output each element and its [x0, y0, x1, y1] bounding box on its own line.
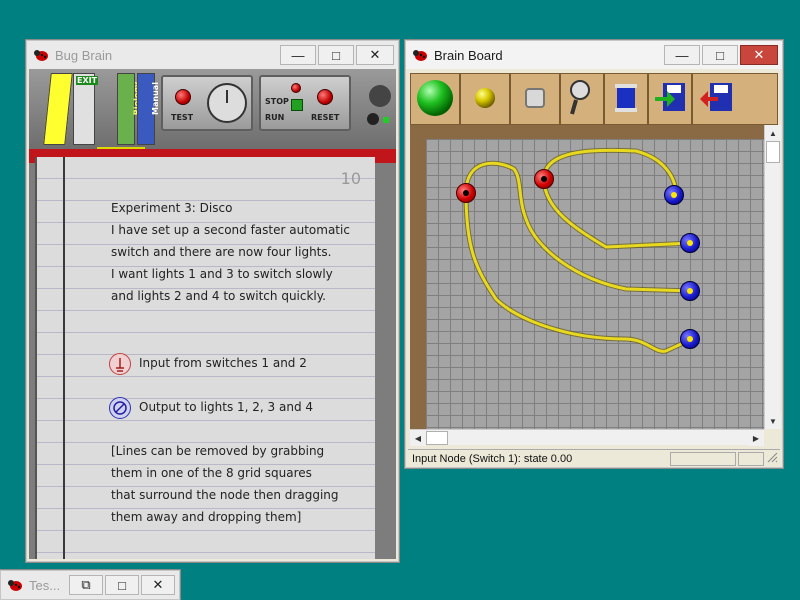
clock-icon: [367, 113, 379, 125]
close-button[interactable]: ✕: [141, 575, 175, 595]
output-text: Output to lights 1, 2, 3 and 4: [139, 400, 314, 414]
status-pane: [738, 452, 764, 466]
bug-brain-title: Bug Brain: [55, 47, 113, 63]
green-node-tool[interactable]: [411, 74, 461, 124]
spool-icon: [613, 82, 639, 117]
horizontal-scrollbar[interactable]: ◀ ▶: [410, 429, 764, 446]
maximize-button[interactable]: □: [318, 45, 354, 65]
bug-brain-titlebar[interactable]: Bug Brain — □ ✕: [27, 41, 398, 69]
bug-app-icon: [412, 47, 430, 63]
test-button[interactable]: [175, 89, 191, 105]
note-line: that surround the node then dragging: [111, 488, 339, 502]
shelf: EXIT Biology Manual TEST STOP RUN: [29, 69, 396, 149]
biology-book: Biology: [117, 73, 141, 145]
restore-button[interactable]: ⧉: [69, 575, 103, 595]
status-pane: [670, 452, 736, 466]
note-line: them in one of the 8 grid squares: [111, 466, 312, 480]
minimize-button[interactable]: —: [280, 45, 316, 65]
reset-button[interactable]: [317, 89, 333, 105]
scroll-left-arrow[interactable]: ◀: [410, 430, 426, 446]
green-ball-icon: [415, 78, 455, 121]
brain-board-toolbar: [410, 73, 778, 125]
notebook-margin: [63, 157, 65, 559]
run-stop-switch[interactable]: [291, 99, 303, 111]
notebook-line: and lights 2 and 4 to switch quickly.: [111, 289, 326, 303]
scroll-up-arrow[interactable]: ▲: [765, 125, 781, 141]
notebook-line: I want lights 1 and 3 to switch slowly: [111, 267, 333, 281]
grey-square-icon: [524, 87, 546, 112]
vertical-scrollbar[interactable]: ▲ ▼: [764, 125, 781, 429]
yellow-book: [43, 73, 73, 145]
bug-brain-window[interactable]: Bug Brain — □ ✕ EXIT Biology Manual TEST: [26, 40, 399, 562]
inspect-tool[interactable]: [561, 74, 605, 124]
run-panel: STOP RUN RESET: [259, 75, 351, 131]
note-line: them away and dropping them]: [111, 510, 302, 524]
bug-brain-scene: EXIT Biology Manual TEST STOP RUN: [29, 69, 396, 559]
scroll-right-arrow[interactable]: ▶: [748, 430, 764, 446]
test-window-minimized[interactable]: Tes... ⧉ □ ✕: [0, 570, 180, 600]
exit-book: EXIT: [73, 73, 99, 145]
output-node-light-1[interactable]: [664, 185, 684, 205]
brain-board-window[interactable]: Brain Board — □ ✕ ▲ ▼ ◀ ▶ Input Node (Sw…: [405, 40, 783, 468]
timer-dial[interactable]: [207, 83, 247, 123]
horizontal-scroll-thumb[interactable]: [426, 431, 448, 445]
save-button[interactable]: [693, 74, 737, 124]
load-icon: [653, 81, 687, 118]
notebook-line: Experiment 3: Disco: [111, 201, 233, 215]
output-icon: [109, 397, 131, 419]
input-node-switch-1[interactable]: [456, 183, 476, 203]
test-panel: TEST: [161, 75, 253, 131]
minimize-button[interactable]: —: [664, 45, 700, 65]
yellow-ball-icon: [473, 86, 497, 113]
vertical-scroll-thumb[interactable]: [766, 141, 780, 163]
wires: [463, 147, 695, 354]
save-icon: [698, 81, 732, 118]
brain-board-title: Brain Board: [434, 47, 503, 63]
input-node-switch-2[interactable]: [534, 169, 554, 189]
magnifier-icon: [566, 78, 598, 121]
brain-board-titlebar[interactable]: Brain Board — □ ✕: [406, 41, 782, 69]
speaker-icon: [369, 85, 391, 107]
close-button[interactable]: ✕: [356, 45, 394, 65]
stop-led: [291, 83, 301, 93]
maximize-button[interactable]: □: [702, 45, 738, 65]
output-node-light-3[interactable]: [680, 281, 700, 301]
board-area[interactable]: [410, 125, 766, 429]
resize-grip-icon[interactable]: [766, 451, 778, 466]
status-text: Input Node (Switch 1): state 0.00: [412, 452, 573, 465]
scroll-down-arrow[interactable]: ▼: [765, 413, 781, 429]
manual-book: Manual: [137, 73, 160, 145]
page-number: 10: [340, 169, 361, 188]
close-button[interactable]: ✕: [740, 45, 778, 65]
status-bar: Input Node (Switch 1): state 0.00: [408, 449, 780, 467]
input-text: Input from switches 1 and 2: [139, 356, 307, 370]
bug-app-icon: [33, 47, 51, 63]
output-node-light-2[interactable]: [680, 233, 700, 253]
input-icon: [109, 353, 131, 375]
output-node-light-4[interactable]: [680, 329, 700, 349]
select-tool[interactable]: [511, 74, 561, 124]
maximize-button[interactable]: □: [105, 575, 139, 595]
test-window-title: Tes...: [29, 577, 61, 593]
indicator-light: [383, 117, 389, 123]
load-button[interactable]: [649, 74, 693, 124]
notebook-line: I have set up a second faster automatic: [111, 223, 350, 237]
bug-app-icon: [7, 577, 25, 593]
note-line: [Lines can be removed by grabbing: [111, 444, 325, 458]
yellow-node-tool[interactable]: [461, 74, 511, 124]
test-window-titlebar[interactable]: Tes... ⧉ □ ✕: [1, 571, 179, 599]
brain-grid[interactable]: [426, 139, 766, 429]
wire-tool[interactable]: [605, 74, 649, 124]
notebook: 10 Experiment 3: Disco I have set up a s…: [35, 157, 375, 559]
notebook-line: switch and there are now four lights.: [111, 245, 332, 259]
